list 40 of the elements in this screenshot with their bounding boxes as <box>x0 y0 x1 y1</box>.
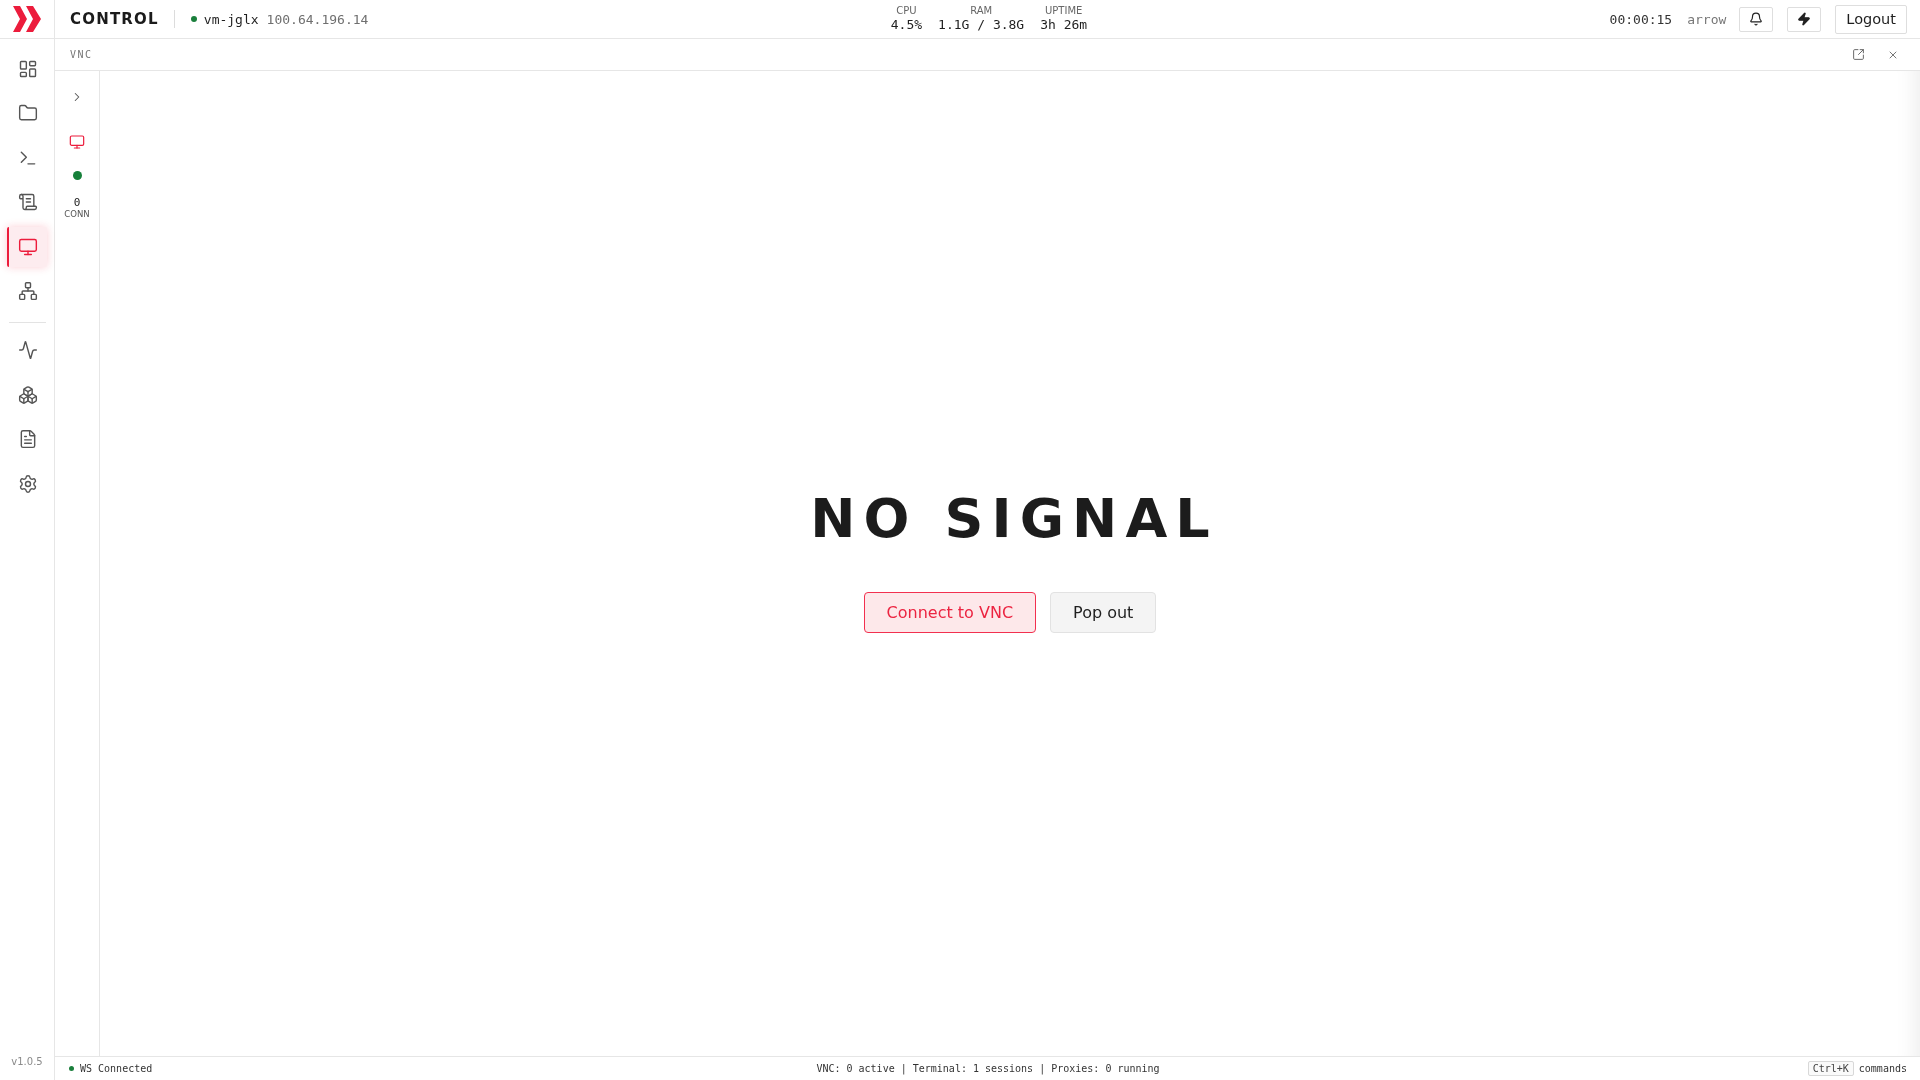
host-address: 100.64.196.14 <box>266 11 369 27</box>
logout-button[interactable]: Logout <box>1835 4 1907 34</box>
cubes-icon <box>18 384 38 405</box>
lightning-icon <box>1797 12 1812 26</box>
session-summary: VNC: 0 active | Terminal: 1 sessions | Proxies: 0 running <box>816 1063 1160 1074</box>
monitor-icon <box>18 236 38 257</box>
panel-title: VNC <box>70 49 93 60</box>
double-chevron-logo <box>13 6 41 32</box>
notifications-button[interactable] <box>1739 6 1774 32</box>
document-icon <box>18 429 38 449</box>
no-signal-message: NO SIGNAL <box>809 488 1218 550</box>
connection-status: WS Connected <box>80 1063 153 1074</box>
folder-icon <box>18 103 38 123</box>
version-label: v1.0.5 <box>10 1056 44 1069</box>
connection-label: CONN <box>64 209 90 219</box>
settings-icon <box>18 473 38 494</box>
pulse-icon <box>18 340 38 360</box>
stat-label: UPTIME <box>1045 5 1083 17</box>
scroll-icon <box>18 192 38 212</box>
pop-out-button[interactable]: Pop out <box>1050 592 1157 633</box>
connection-count: 0 <box>73 197 81 209</box>
stat-value: 4.5% <box>890 17 923 33</box>
brand-title: CONTROL <box>70 10 159 28</box>
bell-icon <box>1749 12 1764 26</box>
stat-value: 3h 26m <box>1040 17 1088 33</box>
connect-button[interactable]: Connect to VNC <box>863 592 1037 633</box>
monitor-icon <box>69 134 85 150</box>
external-link-icon <box>1851 48 1865 61</box>
stat-value: 1.1G / 3.8G <box>938 17 1025 33</box>
shortcut-label: commands <box>1858 1063 1907 1074</box>
session-clock: 00:00:15 <box>1609 11 1673 27</box>
stat-label: CPU <box>896 5 917 17</box>
shortcut-key: Ctrl+K <box>1807 1061 1854 1076</box>
stat-label: RAM <box>970 5 993 17</box>
dashboard-icon <box>18 58 38 79</box>
network-icon <box>18 281 38 301</box>
quick-action-button[interactable] <box>1787 6 1822 32</box>
user-name: arrow <box>1687 11 1727 27</box>
sidebar-nav-button[interactable] <box>7 226 47 267</box>
host-name: vm-jglx <box>203 11 259 27</box>
